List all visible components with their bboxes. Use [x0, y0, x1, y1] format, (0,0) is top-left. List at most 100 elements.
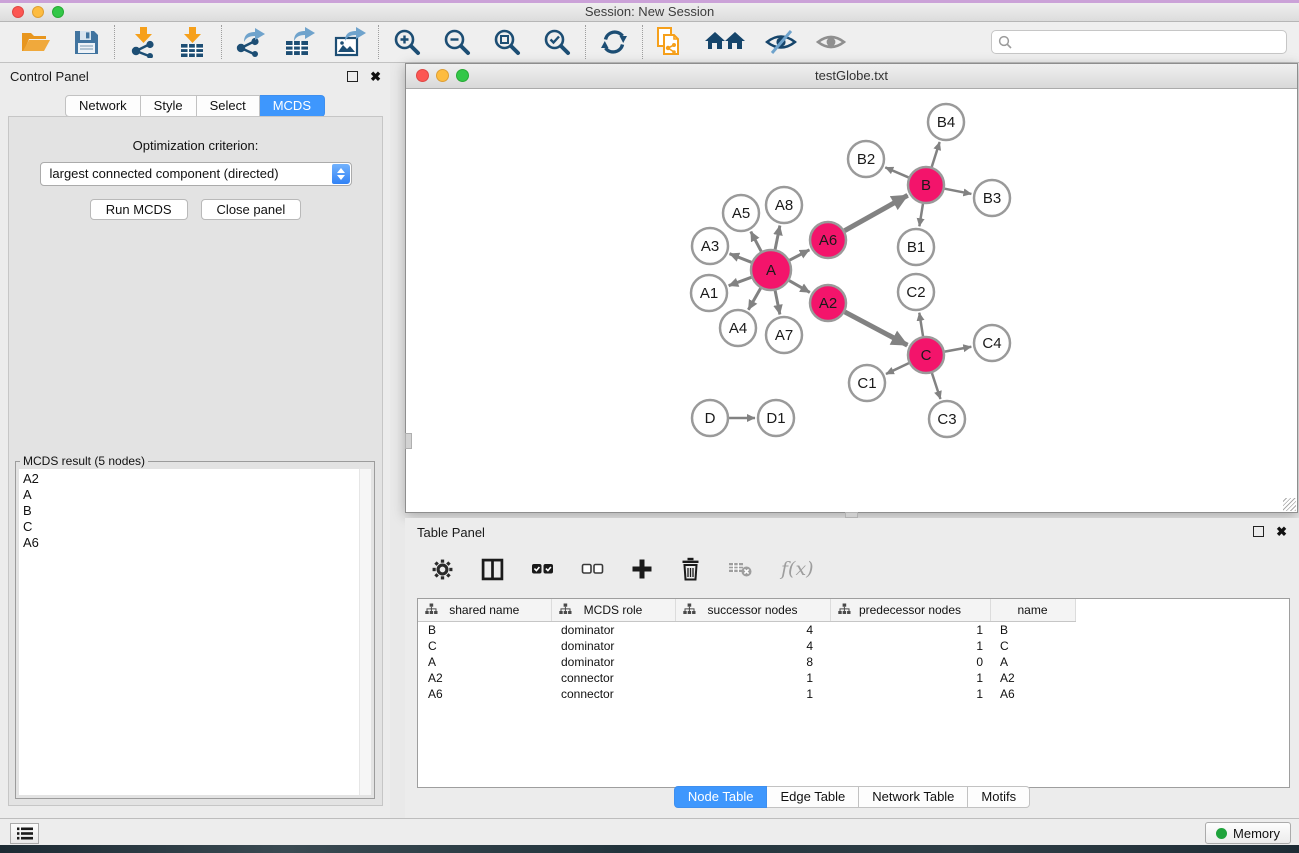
network-maximize-button[interactable] — [456, 69, 469, 82]
refresh-view-icon[interactable] — [597, 25, 631, 59]
network-minimize-button[interactable] — [436, 69, 449, 82]
float-panel-icon[interactable] — [347, 71, 358, 82]
edge-C-C4[interactable] — [945, 347, 972, 352]
task-history-button[interactable] — [10, 823, 39, 844]
cell-name[interactable]: A — [990, 654, 1075, 670]
dropdown-stepper-icon[interactable] — [332, 164, 350, 184]
edge-A-A6[interactable] — [790, 250, 810, 260]
edge-A-A3[interactable] — [730, 254, 752, 263]
column-header-MCDS-role[interactable]: MCDS role — [551, 599, 675, 622]
edge-A-A1[interactable] — [729, 277, 752, 285]
close-panel-button[interactable]: Close panel — [201, 199, 302, 220]
cell-succ[interactable]: 8 — [675, 654, 830, 670]
edge-A-A7[interactable] — [775, 291, 780, 315]
cell-shared[interactable]: C — [418, 638, 551, 654]
hide-graphics-details-icon[interactable] — [764, 25, 798, 59]
zoom-out-icon[interactable] — [440, 25, 474, 59]
tab-select[interactable]: Select — [197, 95, 260, 117]
tab-mcds[interactable]: MCDS — [260, 95, 325, 117]
cell-role[interactable]: dominator — [551, 638, 675, 654]
column-header-name[interactable]: name — [990, 599, 1075, 622]
result-item[interactable]: A — [23, 487, 359, 503]
table-row[interactable]: A2connector11A2 — [418, 670, 1075, 686]
table-row[interactable]: Cdominator41C — [418, 638, 1075, 654]
float-panel-icon[interactable] — [1253, 526, 1264, 537]
cell-pred[interactable]: 1 — [830, 670, 990, 686]
network-window-titlebar[interactable]: testGlobe.txt — [406, 64, 1297, 89]
show-graphics-details-icon[interactable] — [814, 25, 848, 59]
cell-shared[interactable]: A — [418, 654, 551, 670]
tab-motifs[interactable]: Motifs — [968, 786, 1030, 808]
splitpane-handle[interactable] — [405, 433, 412, 449]
delete-column-icon[interactable] — [680, 557, 701, 581]
result-scrollbar[interactable] — [359, 469, 371, 795]
cell-role[interactable]: connector — [551, 670, 675, 686]
export-network-icon[interactable] — [233, 25, 267, 59]
edge-C-C1[interactable] — [886, 363, 909, 374]
edge-C-C3[interactable] — [932, 373, 941, 399]
show-columns-icon[interactable] — [481, 558, 504, 581]
minimize-window-button[interactable] — [32, 6, 44, 18]
result-item[interactable]: C — [23, 519, 359, 535]
open-session-icon[interactable] — [19, 25, 53, 59]
edge-A2-C[interactable] — [845, 312, 908, 345]
edge-A-A4[interactable] — [748, 288, 760, 309]
close-panel-icon[interactable]: ✖ — [370, 71, 381, 82]
settings-gear-icon[interactable] — [431, 558, 454, 581]
import-table-icon[interactable] — [176, 25, 210, 59]
column-header-shared-name[interactable]: shared name — [418, 599, 551, 622]
cell-pred[interactable]: 1 — [830, 686, 990, 702]
cell-pred[interactable]: 1 — [830, 622, 990, 639]
window-titlebar[interactable]: Session: New Session — [0, 3, 1299, 22]
deselect-all-icon[interactable] — [581, 558, 604, 580]
close-panel-icon[interactable]: ✖ — [1276, 526, 1287, 537]
new-network-from-file-icon[interactable] — [654, 25, 688, 59]
cell-name[interactable]: B — [990, 622, 1075, 639]
zoom-selected-icon[interactable] — [540, 25, 574, 59]
table-row[interactable]: Bdominator41B — [418, 622, 1075, 639]
edge-C-C2[interactable] — [919, 313, 923, 336]
edge-B-B4[interactable] — [932, 142, 940, 167]
tab-network-table[interactable]: Network Table — [859, 786, 968, 808]
edge-A-A2[interactable] — [789, 281, 810, 293]
tab-edge-table[interactable]: Edge Table — [767, 786, 859, 808]
network-view-window[interactable]: testGlobe.txt AA1A2A3A4A5A6A7A8BB1B2B3B4… — [405, 63, 1298, 513]
search-box[interactable] — [991, 30, 1287, 54]
tab-style[interactable]: Style — [141, 95, 197, 117]
cell-succ[interactable]: 1 — [675, 670, 830, 686]
column-header-predecessor-nodes[interactable]: predecessor nodes — [830, 599, 990, 622]
cell-succ[interactable]: 4 — [675, 638, 830, 654]
network-canvas[interactable]: AA1A2A3A4A5A6A7A8BB1B2B3B4CC1C2C3C4DD1 — [406, 89, 1297, 512]
cell-role[interactable]: dominator — [551, 654, 675, 670]
cell-pred[interactable]: 0 — [830, 654, 990, 670]
cell-role[interactable]: connector — [551, 686, 675, 702]
cell-name[interactable]: C — [990, 638, 1075, 654]
zoom-window-button[interactable] — [52, 6, 64, 18]
result-item[interactable]: B — [23, 503, 359, 519]
home-icon[interactable] — [704, 25, 748, 59]
result-item[interactable]: A2 — [23, 471, 359, 487]
memory-button[interactable]: Memory — [1205, 822, 1291, 844]
edge-A-A5[interactable] — [751, 232, 761, 252]
cell-role[interactable]: dominator — [551, 622, 675, 639]
select-all-icon[interactable] — [531, 558, 554, 580]
export-table-icon[interactable] — [283, 25, 317, 59]
add-column-icon[interactable] — [631, 558, 653, 580]
cell-shared[interactable]: A2 — [418, 670, 551, 686]
edge-A6-B[interactable] — [845, 195, 908, 230]
cell-shared[interactable]: B — [418, 622, 551, 639]
result-item[interactable]: A6 — [23, 535, 359, 551]
network-close-button[interactable] — [416, 69, 429, 82]
run-mcds-button[interactable]: Run MCDS — [90, 199, 188, 220]
cell-shared[interactable]: A6 — [418, 686, 551, 702]
resize-grip-icon[interactable] — [1283, 498, 1296, 511]
search-input[interactable] — [1013, 34, 1280, 51]
column-header-successor-nodes[interactable]: successor nodes — [675, 599, 830, 622]
export-image-icon[interactable] — [333, 25, 367, 59]
cell-name[interactable]: A6 — [990, 686, 1075, 702]
close-window-button[interactable] — [12, 6, 24, 18]
table-row[interactable]: Adominator80A — [418, 654, 1075, 670]
cell-succ[interactable]: 1 — [675, 686, 830, 702]
cell-name[interactable]: A2 — [990, 670, 1075, 686]
edge-A-A8[interactable] — [775, 226, 780, 250]
